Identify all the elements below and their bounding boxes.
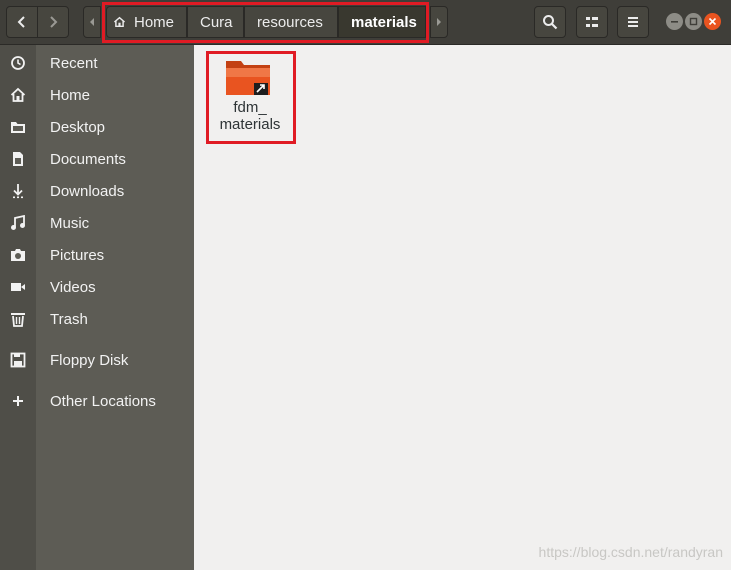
file-item-fdm-materials[interactable]: fdm_ materials: [208, 53, 292, 143]
sidebar-item-music[interactable]: Music: [0, 207, 194, 239]
sidebar-item-recent[interactable]: Recent: [0, 47, 194, 79]
sidebar-item-floppy-disk[interactable]: Floppy Disk: [0, 344, 194, 376]
music-icon: [9, 214, 27, 232]
sidebar-item-label: Music: [50, 214, 90, 232]
trash-icon: [9, 310, 27, 328]
file-view: fdm_ materials https://blog.csdn.net/ran…: [194, 45, 731, 570]
header-bar: Home Cura resources materials: [0, 0, 731, 45]
sidebar-item-label: Downloads: [50, 182, 125, 200]
sidebar-item-videos[interactable]: Videos: [0, 271, 194, 303]
breadcrumb-label: Cura: [200, 13, 233, 31]
sidebar-item-label: Floppy Disk: [50, 351, 129, 369]
sidebar-item-other-locations[interactable]: Other Locations: [0, 385, 194, 417]
list-view-icon: [586, 17, 598, 27]
sidebar-item-trash[interactable]: Trash: [0, 303, 194, 335]
sidebar-item-label: Documents: [50, 150, 126, 168]
download-icon: [9, 182, 27, 200]
sidebar-item-label: Home: [50, 86, 91, 104]
close-button[interactable]: [704, 13, 721, 30]
home-icon: [9, 86, 27, 104]
maximize-icon: [689, 17, 698, 26]
breadcrumb-scroll-right[interactable]: [430, 6, 448, 38]
sidebar-item-label: Trash: [50, 310, 88, 328]
clock-icon: [9, 54, 27, 72]
folder-icon: [9, 118, 27, 136]
chevron-right-icon: [50, 16, 58, 28]
search-icon: [543, 15, 558, 30]
minimize-icon: [671, 21, 678, 23]
maximize-button[interactable]: [685, 13, 702, 30]
floppy-icon: [9, 351, 27, 369]
triangle-right-icon: [437, 18, 441, 26]
file-name-line: materials: [219, 116, 281, 133]
video-icon: [9, 278, 27, 296]
sidebar-item-downloads[interactable]: Downloads: [0, 175, 194, 207]
breadcrumb-cura[interactable]: Cura: [187, 6, 244, 38]
breadcrumb-home[interactable]: Home: [106, 6, 187, 38]
breadcrumb-label: Home: [133, 13, 174, 31]
sidebar-item-desktop[interactable]: Desktop: [0, 111, 194, 143]
sidebar-item-label: Pictures: [50, 246, 105, 264]
plus-icon: [9, 392, 27, 410]
sidebar-item-label: Desktop: [50, 118, 106, 136]
folder-symlink-icon: [226, 61, 270, 95]
chevron-left-icon: [17, 16, 25, 28]
search-button[interactable]: [534, 6, 566, 38]
sidebar-item-home[interactable]: Home: [0, 79, 194, 111]
breadcrumb-label: materials: [351, 13, 417, 31]
breadcrumb-resources[interactable]: resources: [244, 6, 338, 38]
sidebar-item-label: Recent: [50, 54, 98, 72]
hamburger-menu-icon: [628, 17, 638, 27]
camera-icon: [9, 246, 27, 264]
breadcrumb-materials[interactable]: materials: [338, 6, 426, 38]
watermark: https://blog.csdn.net/randyran: [538, 544, 723, 560]
close-icon: [708, 17, 717, 26]
view-toggle-button[interactable]: [576, 6, 608, 38]
file-name-line: fdm_: [233, 99, 267, 116]
back-button[interactable]: [6, 6, 38, 38]
sidebar-item-pictures[interactable]: Pictures: [0, 239, 194, 271]
document-icon: [9, 150, 27, 168]
sidebar-item-label: Other Locations: [50, 392, 156, 410]
forward-button[interactable]: [37, 6, 69, 38]
sidebar-item-label: Videos: [50, 278, 96, 296]
breadcrumb-scroll-left[interactable]: [83, 6, 101, 38]
triangle-left-icon: [90, 18, 94, 26]
minimize-button[interactable]: [666, 13, 683, 30]
menu-button[interactable]: [617, 6, 649, 38]
sidebar: Recent Home Desktop Documents Downloads …: [0, 45, 194, 570]
home-icon: [113, 16, 126, 28]
file-name: fdm_ materials: [208, 99, 292, 133]
breadcrumb-label: resources: [257, 13, 323, 31]
sidebar-item-documents[interactable]: Documents: [0, 143, 194, 175]
